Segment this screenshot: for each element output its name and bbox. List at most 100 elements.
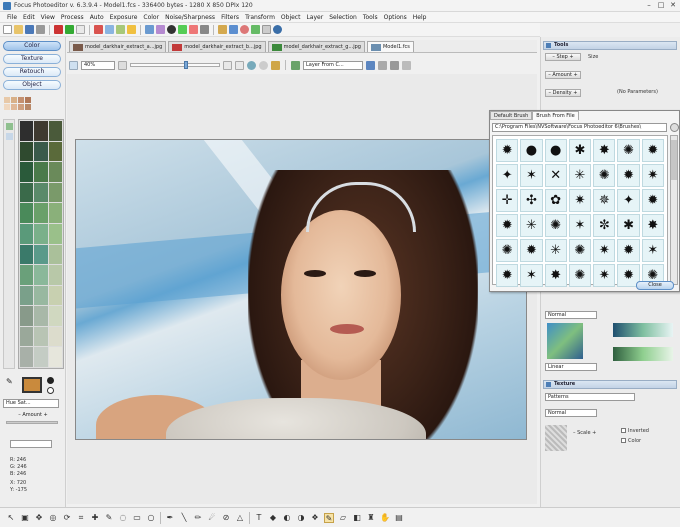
- palette-swatch[interactable]: [48, 203, 62, 223]
- brush-path-field[interactable]: C:\Program Files\NVSoftware\Focus Photoe…: [492, 123, 667, 132]
- levels-icon[interactable]: [200, 25, 209, 34]
- palette-swatch[interactable]: [48, 326, 62, 347]
- palette-swatch[interactable]: [20, 223, 34, 244]
- palette-icon[interactable]: [5, 123, 13, 130]
- music-note-icon[interactable]: [378, 60, 387, 70]
- tab-default-brush[interactable]: Default Brush: [490, 111, 533, 120]
- brush-grid-scrollbar[interactable]: [670, 135, 678, 285]
- brush-preset[interactable]: ✳: [568, 164, 592, 187]
- brush-preset[interactable]: ✹: [641, 189, 664, 212]
- menu-options[interactable]: Options: [381, 12, 410, 22]
- palette-swatch[interactable]: [34, 326, 48, 347]
- palette-swatch[interactable]: [34, 203, 48, 223]
- foreground-color-swatch[interactable]: [22, 377, 42, 393]
- brush-preset[interactable]: ✷: [593, 264, 616, 287]
- blend-mode-select[interactable]: Hue Sat...: [3, 399, 59, 408]
- active-brush-icon[interactable]: ✎: [324, 512, 334, 523]
- shape-icon[interactable]: ◆: [268, 513, 278, 523]
- minimize-button[interactable]: –: [643, 1, 655, 10]
- tab-extract-a[interactable]: model_darkhair_extract_a...jpg: [69, 41, 167, 52]
- resize-icon[interactable]: [156, 25, 165, 34]
- palette-swatch[interactable]: [34, 121, 48, 141]
- recent-color-swatch[interactable]: [25, 104, 31, 110]
- tab-extract-g[interactable]: model_darkhair_extract_g...jpg: [267, 41, 365, 52]
- brush-preset[interactable]: ✳: [520, 214, 543, 237]
- palette-swatch[interactable]: [20, 182, 34, 203]
- swatches-icon[interactable]: [5, 133, 13, 140]
- color-wheel-icon[interactable]: ◎: [48, 513, 58, 523]
- undo-icon[interactable]: [54, 25, 63, 34]
- color-checkbox[interactable]: [621, 438, 626, 443]
- fit-icon[interactable]: [69, 60, 78, 70]
- retouch-mode-button[interactable]: Retouch: [3, 67, 61, 77]
- palette-swatch[interactable]: [20, 265, 34, 285]
- print-icon[interactable]: [36, 25, 45, 34]
- menu-transform[interactable]: Transform: [242, 12, 278, 22]
- brush-preset[interactable]: ✹: [617, 239, 640, 262]
- layer-options-icon[interactable]: [390, 60, 399, 70]
- recent-color-swatch[interactable]: [4, 97, 10, 103]
- stamp-icon[interactable]: ♜: [366, 513, 376, 523]
- fill-icon[interactable]: ◧: [352, 513, 362, 523]
- brush-preset[interactable]: ✕: [544, 164, 567, 187]
- tab-extract-b[interactable]: model_darkhair_extract_b...jpg: [168, 41, 266, 52]
- brush-preset[interactable]: ✳: [544, 239, 567, 262]
- palette-swatch[interactable]: [20, 141, 34, 162]
- brush-icon[interactable]: [218, 25, 227, 34]
- palette-swatch[interactable]: [20, 162, 34, 182]
- brush-preset[interactable]: ✼: [593, 214, 616, 237]
- paste-new-icon[interactable]: [127, 25, 136, 34]
- pencil-icon[interactable]: ✏: [193, 513, 203, 523]
- palette-swatch[interactable]: [20, 285, 34, 306]
- brush-preset[interactable]: ✺: [593, 164, 616, 187]
- zoom-in-icon[interactable]: [223, 60, 232, 70]
- texture-preview[interactable]: [545, 425, 567, 451]
- save-small-icon[interactable]: ▣: [20, 513, 30, 523]
- close-button[interactable]: ✕: [667, 1, 679, 10]
- brush-preset[interactable]: ✹: [496, 139, 519, 162]
- compare-icon[interactable]: [259, 60, 268, 70]
- heal-icon[interactable]: ✚: [90, 513, 100, 523]
- brush-preset[interactable]: ✺: [496, 239, 519, 262]
- ellipse-select-icon[interactable]: ○: [146, 513, 156, 523]
- brush-preset[interactable]: ✺: [544, 214, 567, 237]
- zoom-slider[interactable]: [130, 61, 220, 69]
- brush-preset[interactable]: ●: [544, 139, 567, 162]
- palette-swatch[interactable]: [48, 265, 62, 285]
- help-icon[interactable]: [273, 25, 282, 34]
- palette-swatch[interactable]: [48, 141, 62, 162]
- menu-help[interactable]: Help: [410, 12, 430, 22]
- copy-icon[interactable]: [105, 25, 114, 34]
- hand-icon[interactable]: ✋: [380, 513, 390, 523]
- texture-blend-select[interactable]: Normal: [545, 409, 597, 417]
- eraser-icon[interactable]: ▱: [338, 513, 348, 523]
- blend-mode-select[interactable]: Normal: [545, 311, 597, 319]
- step-control[interactable]: – Step +: [545, 53, 581, 61]
- crop-tool-icon[interactable]: ⌗: [76, 513, 86, 523]
- color-mode-button[interactable]: Color: [3, 41, 61, 51]
- brush-preset[interactable]: ✶: [568, 214, 592, 237]
- burn-icon[interactable]: ◑: [296, 513, 306, 523]
- save-icon[interactable]: [25, 25, 34, 34]
- layer-select[interactable]: Layer From C...: [303, 60, 363, 70]
- refresh-icon[interactable]: [670, 123, 679, 132]
- menu-filters[interactable]: Filters: [218, 12, 242, 22]
- palette-swatch[interactable]: [34, 265, 48, 285]
- navigator-icon[interactable]: [247, 60, 256, 70]
- palette-swatch[interactable]: [34, 223, 48, 244]
- zoom-dropdown-icon[interactable]: [118, 60, 127, 70]
- brush-preset[interactable]: ✿: [544, 189, 567, 212]
- layers-icon[interactable]: [229, 25, 238, 34]
- brush-preset[interactable]: ✹: [520, 239, 543, 262]
- brush-preset[interactable]: ✹: [641, 139, 664, 162]
- menu-selection[interactable]: Selection: [326, 12, 360, 22]
- recent-color-swatch[interactable]: [4, 104, 10, 110]
- smudge-icon[interactable]: ☄: [207, 513, 217, 523]
- history-icon[interactable]: [76, 25, 85, 34]
- settings-icon[interactable]: [262, 25, 271, 34]
- brush-preset[interactable]: ✺: [617, 139, 640, 162]
- photo-canvas[interactable]: [75, 139, 527, 440]
- menu-auto[interactable]: Auto: [87, 12, 107, 22]
- tools-header[interactable]: Tools: [543, 41, 677, 50]
- brush-preset[interactable]: ✛: [496, 189, 519, 212]
